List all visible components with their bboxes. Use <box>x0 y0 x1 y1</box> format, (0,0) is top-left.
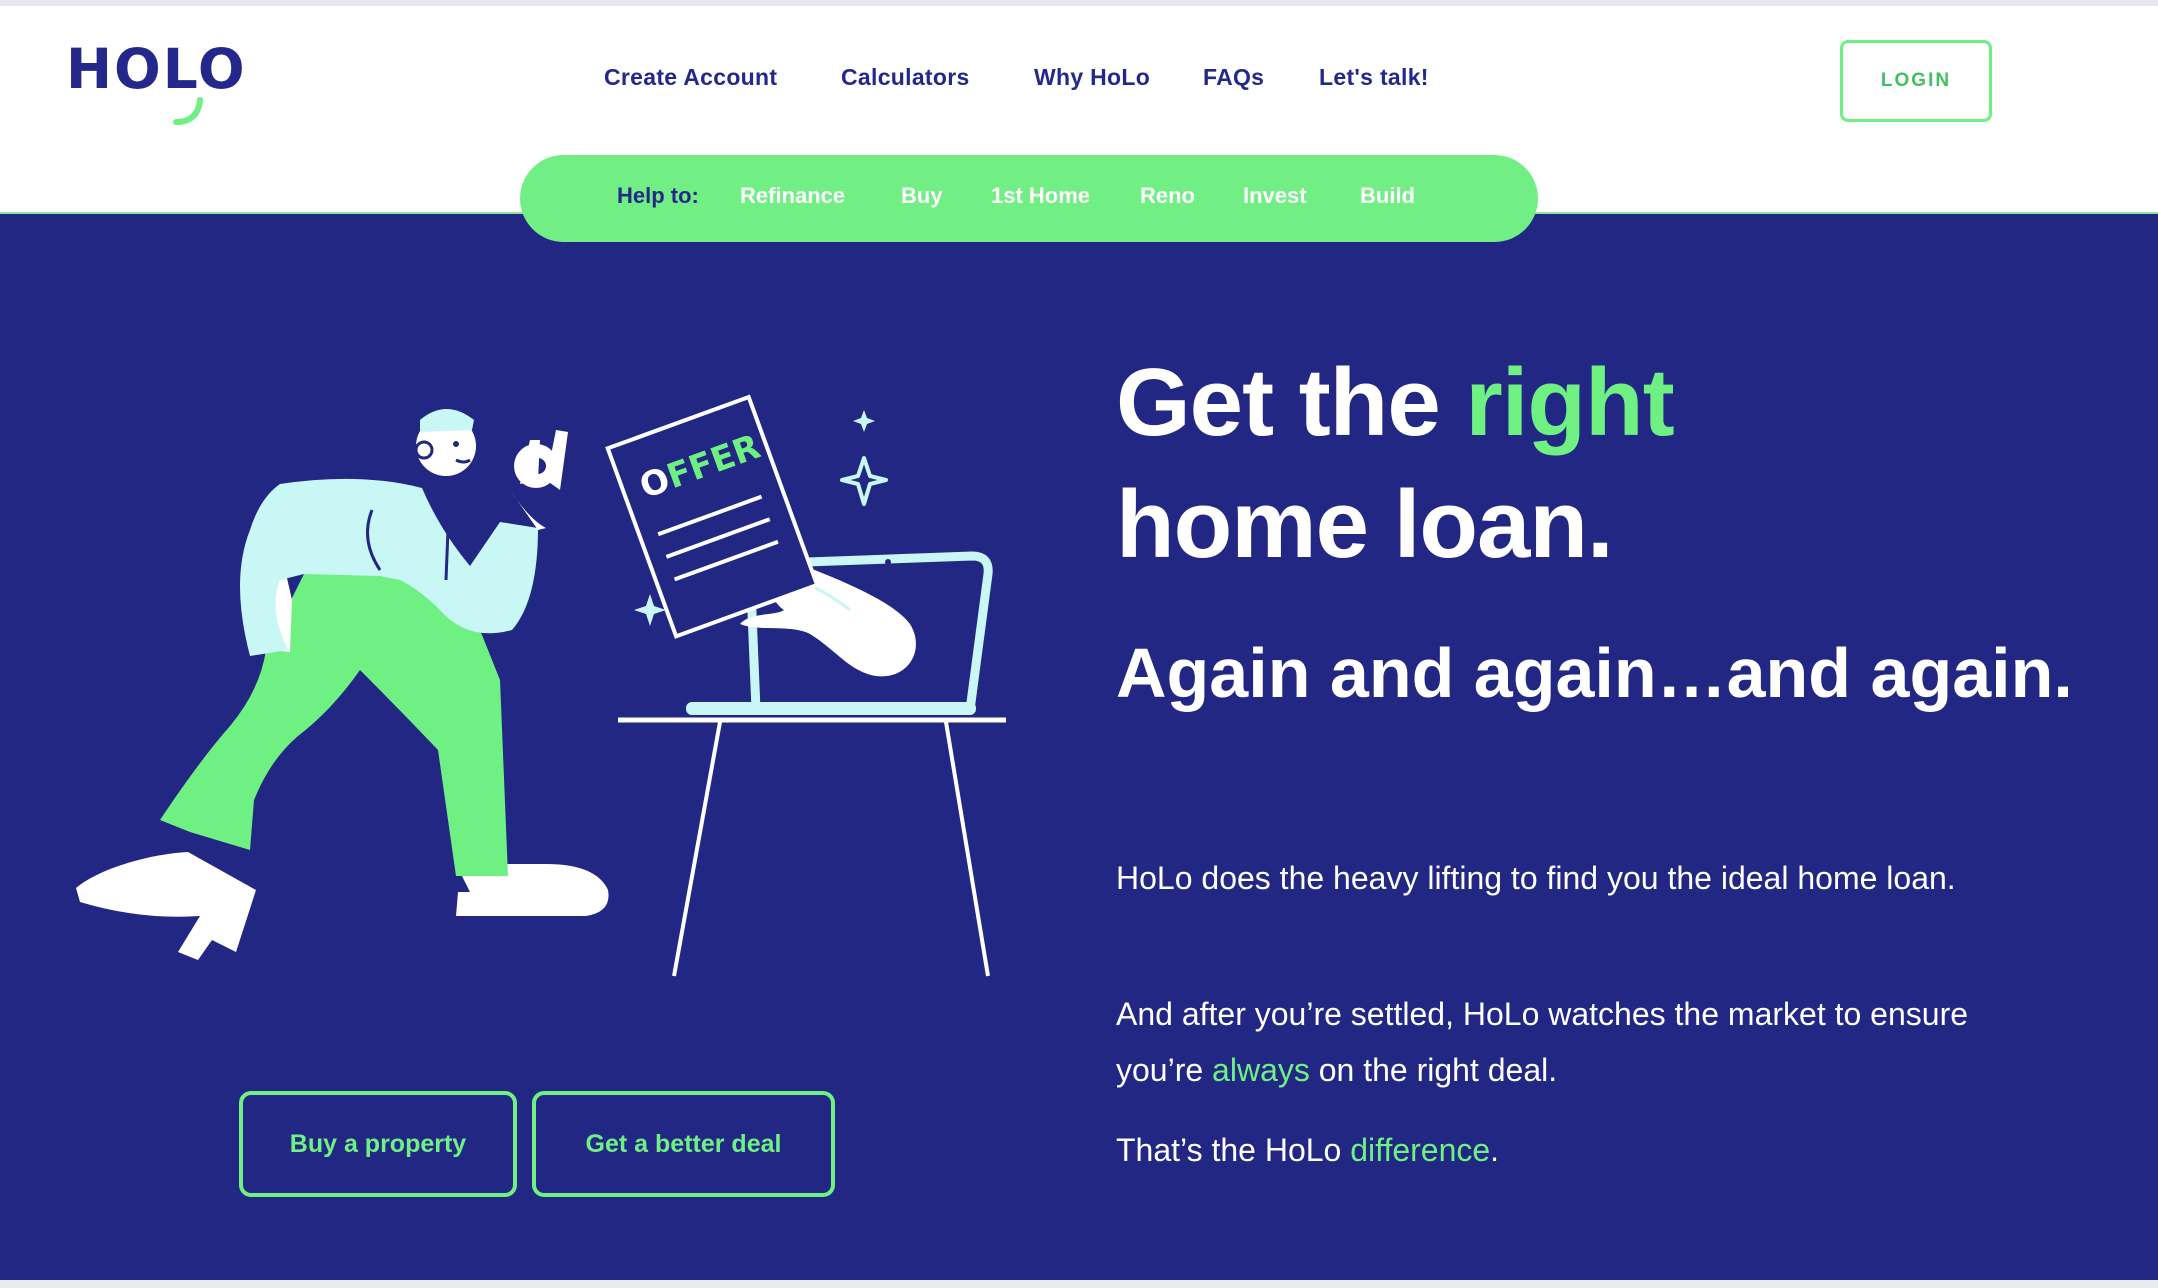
subnav-reno[interactable]: Reno <box>1140 183 1195 209</box>
subnav-buy[interactable]: Buy <box>901 183 943 209</box>
get-better-deal-button[interactable]: Get a better deal <box>532 1091 835 1197</box>
subnav-build[interactable]: Build <box>1360 183 1415 209</box>
hero-heading: Get the right home loan. <box>1116 342 2096 586</box>
hero-paragraph-3: That’s the HoLo difference. <box>1116 1122 2016 1178</box>
subnav-invest[interactable]: Invest <box>1243 183 1307 209</box>
help-to-label: Help to: <box>617 183 699 208</box>
nav-create-account[interactable]: Create Account <box>604 64 777 91</box>
heading-part1: Get the <box>1116 349 1466 456</box>
hero-illustration: OFFER <box>76 394 1006 977</box>
subnav-refinance[interactable]: Refinance <box>740 183 845 209</box>
hero-subheading: Again and again…and again. <box>1116 634 2073 712</box>
nav-faqs[interactable]: FAQs <box>1203 64 1264 91</box>
help-to-subnav: Help to: Refinance Buy 1st Home Reno Inv… <box>520 155 1538 242</box>
para2-highlight: always <box>1212 1052 1310 1088</box>
nav-why-holo[interactable]: Why HoLo <box>1034 64 1150 91</box>
subnav-1st-home[interactable]: 1st Home <box>991 183 1090 209</box>
para3-after: . <box>1490 1132 1500 1168</box>
bottom-border <box>0 1280 2158 1288</box>
hero-paragraph-2: And after you’re settled, HoLo watches t… <box>1116 986 2016 1098</box>
buy-property-button[interactable]: Buy a property <box>239 1091 517 1197</box>
nav-calculators[interactable]: Calculators <box>841 64 970 91</box>
nav-lets-talk[interactable]: Let's talk! <box>1319 64 1429 91</box>
para3-highlight: difference <box>1350 1132 1491 1168</box>
main-navigation: Create Account Calculators Why HoLo FAQs… <box>0 64 2158 104</box>
para3-before: That’s the HoLo <box>1116 1132 1351 1168</box>
desk-illustration <box>618 717 1006 977</box>
para2-after: on the right deal. <box>1309 1052 1558 1088</box>
login-button[interactable]: LOGIN <box>1840 40 1992 122</box>
person-illustration <box>76 409 609 960</box>
heading-part2: home loan. <box>1116 471 1614 578</box>
heading-highlight: right <box>1465 349 1674 456</box>
hero-paragraph-1: HoLo does the heavy lifting to find you … <box>1116 860 1956 896</box>
